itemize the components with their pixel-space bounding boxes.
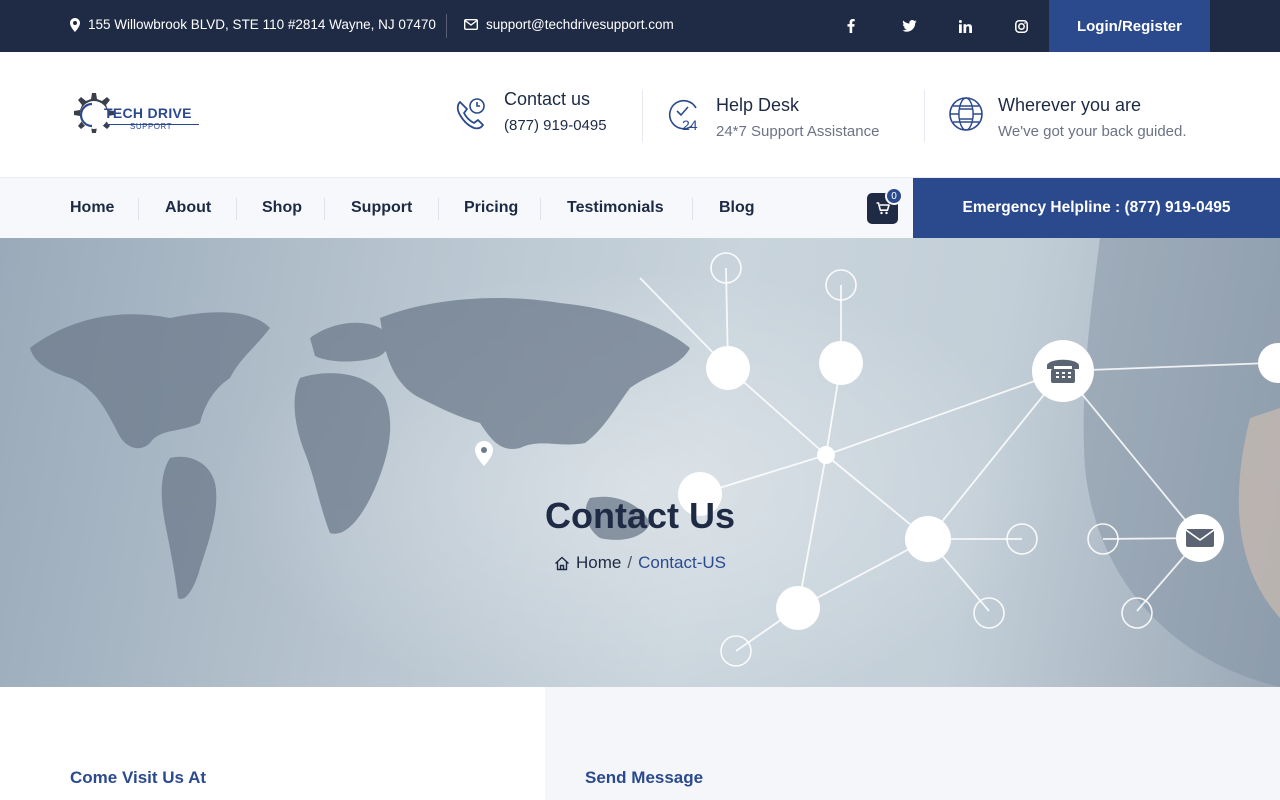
visit-section: Come Visit Us At bbox=[0, 687, 545, 800]
page-title: Contact Us bbox=[544, 495, 736, 536]
logo-text: TECH DRIVE bbox=[104, 105, 192, 121]
topbar-divider bbox=[446, 14, 447, 38]
header-divider bbox=[924, 90, 925, 142]
nav-item-testimonials[interactable]: Testimonials bbox=[567, 199, 664, 217]
envelope-icon bbox=[464, 19, 478, 30]
svg-text:24: 24 bbox=[682, 117, 698, 133]
nav-divider bbox=[438, 198, 439, 220]
hero-banner: Contact Us Home / Contact-US bbox=[0, 238, 1280, 687]
help-desk-info: 24 Help Desk 24*7 Support Assistance bbox=[666, 94, 879, 142]
linkedin-icon[interactable] bbox=[957, 17, 973, 35]
nav-divider bbox=[324, 198, 325, 220]
nav-item-home[interactable]: Home bbox=[70, 199, 114, 217]
top-bar: 155 Willowbrook BLVD, STE 110 #2814 Wayn… bbox=[0, 0, 1280, 53]
main-nav: Home About Shop Support Pricing Testimon… bbox=[0, 177, 1280, 238]
breadcrumb: Home / Contact-US bbox=[0, 553, 1280, 573]
cart-icon bbox=[876, 202, 890, 215]
phone-clock-icon bbox=[456, 98, 485, 130]
facebook-icon[interactable] bbox=[843, 17, 859, 35]
nav-divider bbox=[692, 198, 693, 220]
instagram-icon[interactable] bbox=[1013, 17, 1029, 35]
home-icon bbox=[555, 556, 569, 570]
nav-item-support[interactable]: Support bbox=[351, 199, 412, 217]
help-desk-subtitle: 24*7 Support Assistance bbox=[716, 123, 880, 140]
header-divider bbox=[642, 90, 643, 142]
contact-info[interactable]: Contact us (877) 919-0495 bbox=[454, 88, 607, 136]
logo-subtext: SUPPORT bbox=[130, 122, 173, 131]
login-register-button[interactable]: Login/Register bbox=[1049, 0, 1210, 53]
wherever-info: Wherever you are We've got your back gui… bbox=[948, 94, 1187, 142]
wherever-subtitle: We've got your back guided. bbox=[998, 123, 1187, 140]
hero-background-art bbox=[30, 238, 1280, 687]
emergency-helpline[interactable]: Emergency Helpline : (877) 919-0495 bbox=[913, 178, 1280, 238]
twitter-icon[interactable] bbox=[901, 17, 917, 35]
globe-icon bbox=[949, 97, 983, 131]
logo[interactable]: TECH DRIVE SUPPORT bbox=[68, 84, 203, 146]
address-text: 155 Willowbrook BLVD, STE 110 #2814 Wayn… bbox=[88, 17, 436, 32]
map-pin-icon bbox=[70, 17, 80, 32]
address: 155 Willowbrook BLVD, STE 110 #2814 Wayn… bbox=[70, 17, 436, 32]
nav-item-about[interactable]: About bbox=[165, 199, 211, 217]
visit-section-title: Come Visit Us At bbox=[70, 768, 207, 787]
cart-count-badge: 0 bbox=[885, 187, 903, 205]
nav-item-shop[interactable]: Shop bbox=[262, 199, 302, 217]
email[interactable]: support@techdrivesupport.com bbox=[464, 17, 674, 32]
header: TECH DRIVE SUPPORT Contact us (877) 919-… bbox=[0, 52, 1280, 178]
nav-divider bbox=[540, 198, 541, 220]
support-24-icon: 24 bbox=[668, 99, 698, 133]
message-section: Send Message bbox=[545, 687, 1280, 800]
nav-divider bbox=[236, 198, 237, 220]
nav-item-pricing[interactable]: Pricing bbox=[464, 199, 518, 217]
breadcrumb-home[interactable]: Home bbox=[576, 553, 621, 573]
nav-divider bbox=[138, 198, 139, 220]
nav-item-blog[interactable]: Blog bbox=[719, 199, 755, 217]
help-desk-title: Help Desk bbox=[716, 95, 800, 115]
breadcrumb-separator: / bbox=[627, 553, 633, 572]
breadcrumb-current: Contact-US bbox=[638, 553, 726, 572]
message-section-title: Send Message bbox=[585, 768, 704, 787]
email-text[interactable]: support@techdrivesupport.com bbox=[486, 17, 674, 32]
wherever-title: Wherever you are bbox=[998, 95, 1142, 115]
contact-phone[interactable]: (877) 919-0495 bbox=[504, 116, 607, 136]
contact-title: Contact us bbox=[504, 89, 591, 109]
